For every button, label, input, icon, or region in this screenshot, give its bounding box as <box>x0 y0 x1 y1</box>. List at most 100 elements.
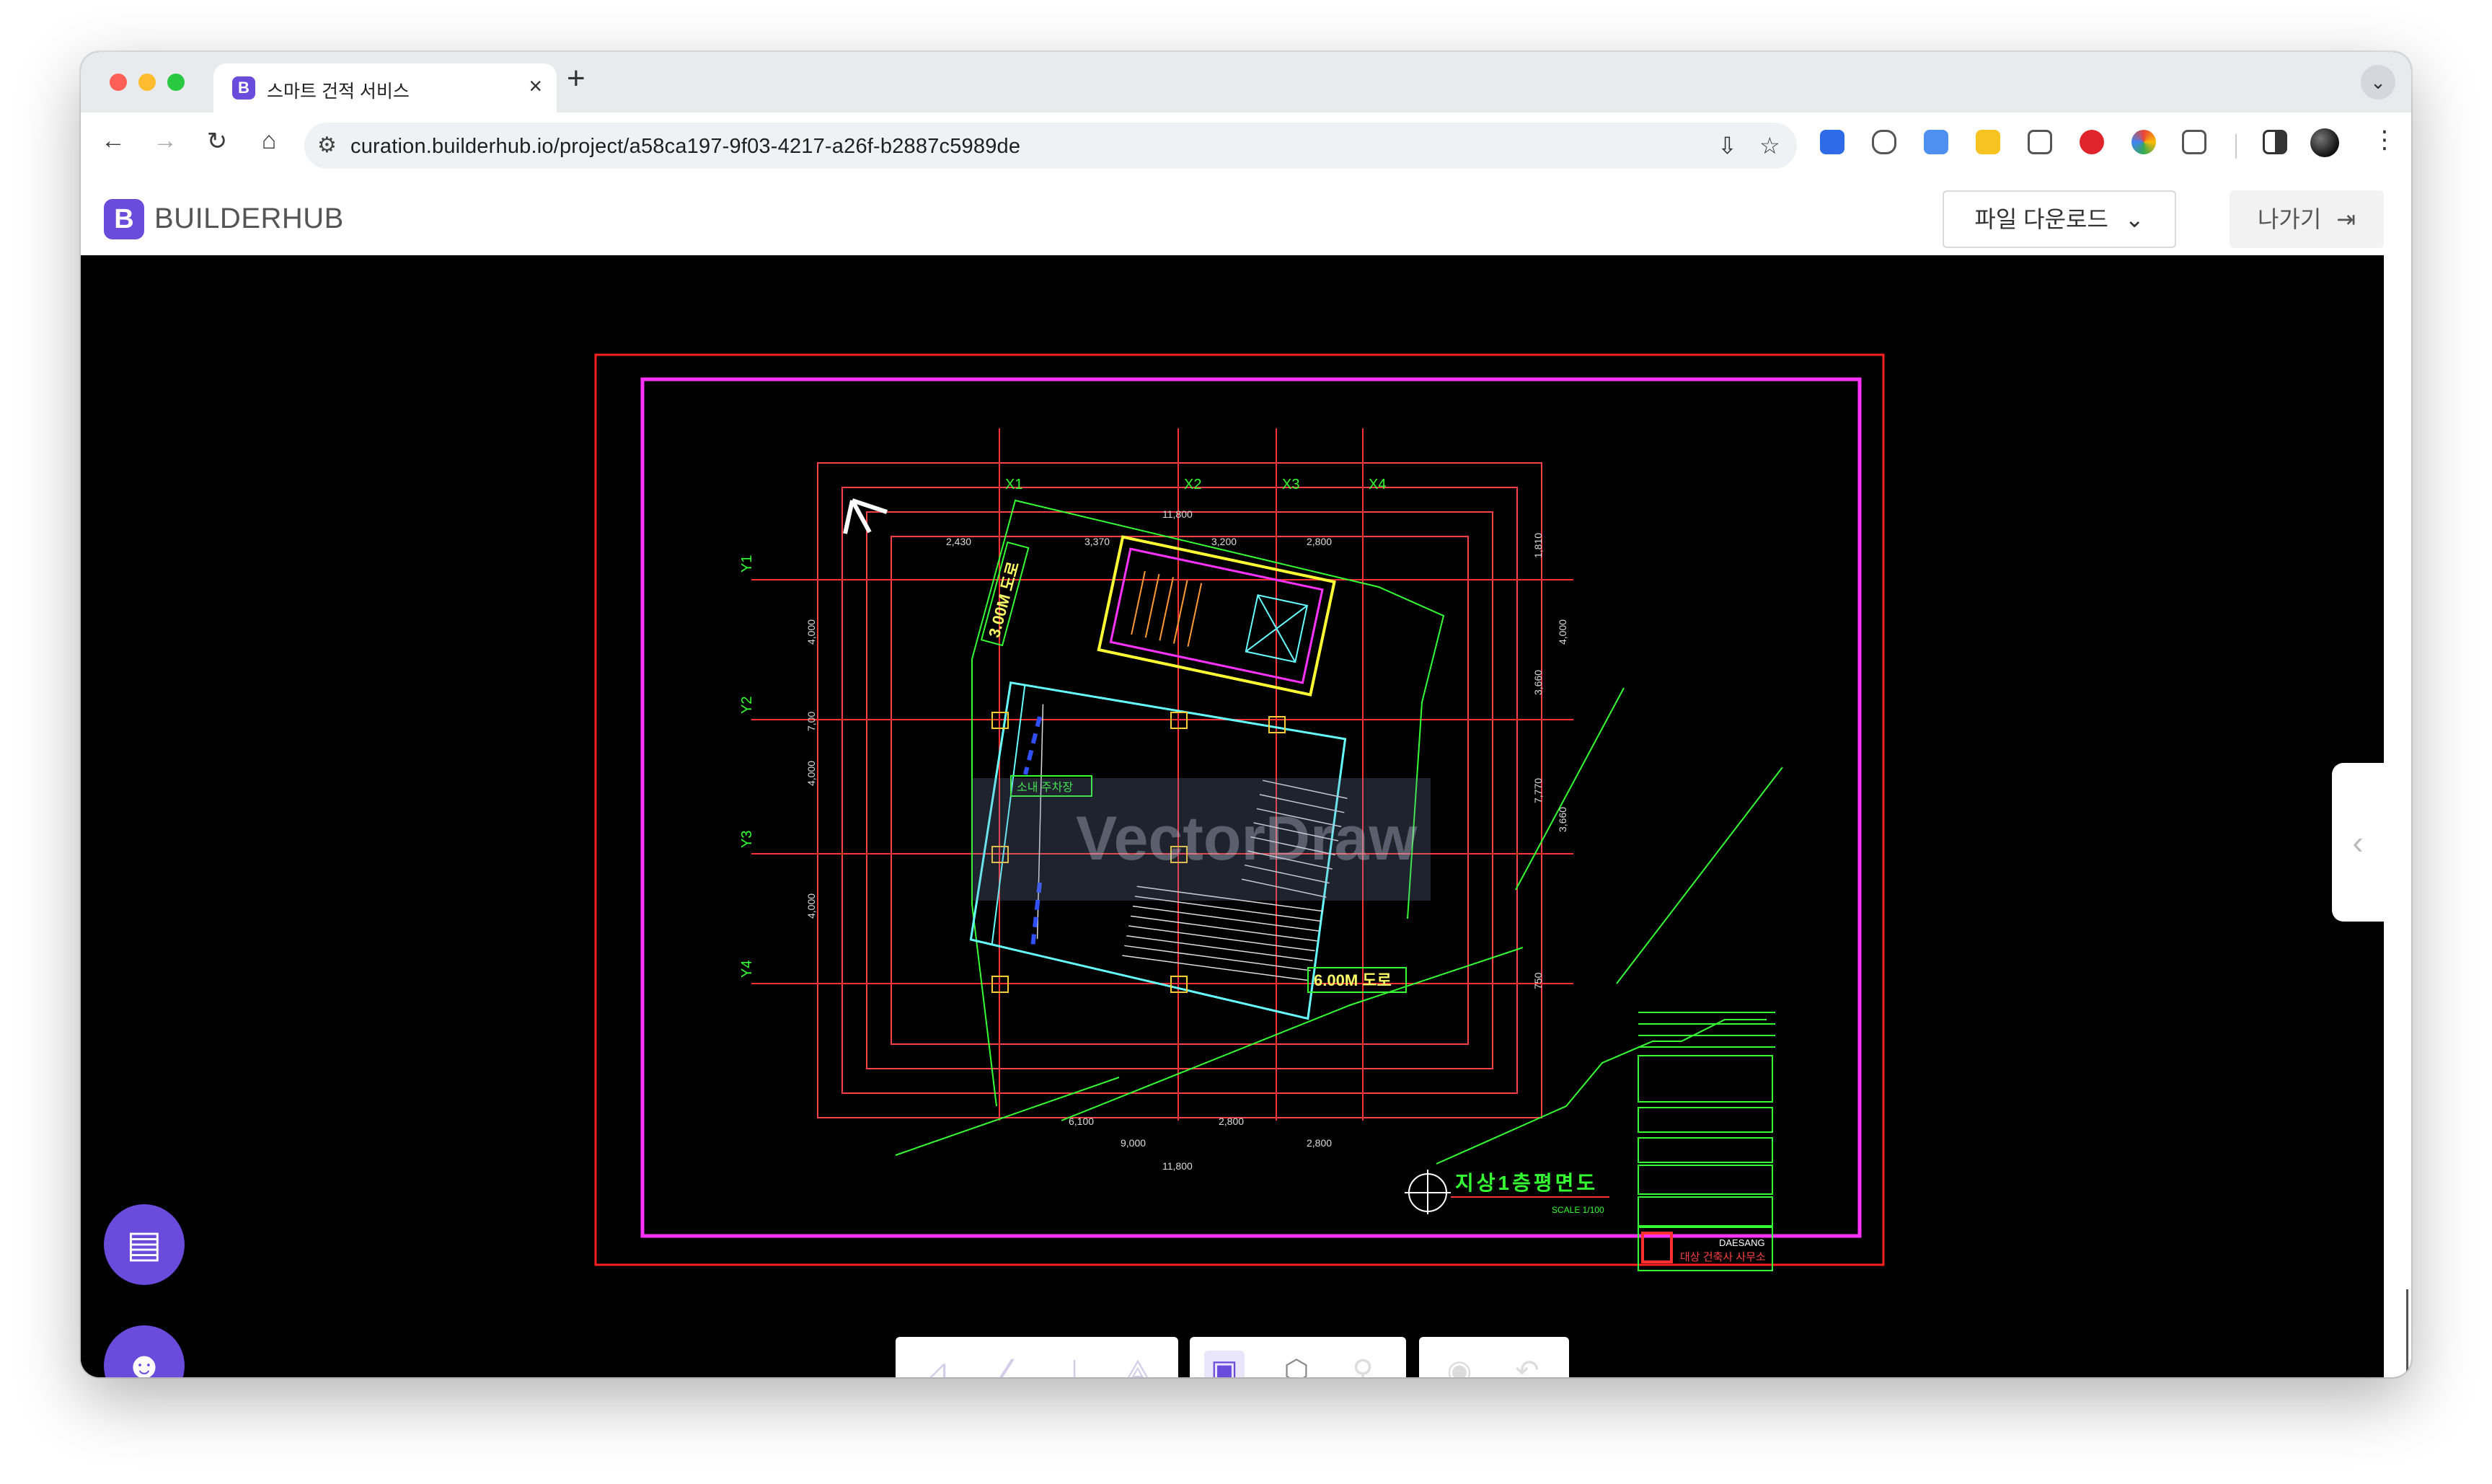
grid-label-y2: Y2 <box>739 697 755 714</box>
crown-extension-icon[interactable] <box>2028 130 2052 154</box>
dim-bottom2-2: 2,800 <box>1307 1137 1332 1149</box>
road-label-bottom: 6.00M 도로 <box>1314 971 1392 989</box>
builderhub-favicon-icon: B <box>232 76 255 100</box>
file-download-label: 파일 다운로드 <box>1974 206 2108 232</box>
dim-left-2: 7,00 <box>805 712 817 731</box>
dim-right-3: 3,660 <box>1532 670 1544 695</box>
dim-left-4: 4,000 <box>805 893 817 919</box>
undo-icon[interactable]: ↶ <box>1507 1351 1547 1377</box>
chat-icon[interactable]: ▤ <box>104 1204 185 1285</box>
dim-right-2: 4,000 <box>1557 619 1568 645</box>
grid-label-x4: X4 <box>1369 477 1386 493</box>
extension-blue-icon[interactable] <box>1820 130 1844 154</box>
dim-bottom-2: 2,800 <box>1219 1116 1244 1127</box>
install-app-icon[interactable]: ⇩ <box>1718 132 1737 159</box>
file-download-button[interactable]: 파일 다운로드 ⌄ <box>1943 190 2176 248</box>
browser-tab[interactable]: B 스마트 건적 서비스 × <box>213 63 557 112</box>
docs-extension-icon[interactable] <box>1924 130 1948 154</box>
dim-right-1: 1,810 <box>1532 533 1544 558</box>
plan-title: 지상1층평면도 <box>1455 1172 1598 1194</box>
view-toolbar: ▣ ⬡ ⚲ <box>1190 1337 1406 1377</box>
vectordraw-watermark: VectorDraw <box>1076 804 1418 873</box>
road-line-far-right <box>1616 767 1783 984</box>
page-scroll-gutter <box>2384 255 2411 1377</box>
browser-toolbar: ← → ↻ ⌂ ⚙ curation.builderhub.io/project… <box>81 112 2411 180</box>
cloud-extension-icon[interactable] <box>1872 130 1896 154</box>
bookmark-star-icon[interactable]: ☆ <box>1759 132 1780 159</box>
browser-menu-icon[interactable]: ⋮ <box>2372 125 2397 154</box>
measure-distance-icon[interactable]: ⊿ <box>917 1351 958 1377</box>
measure-area-icon[interactable]: ⟁ <box>1118 1351 1158 1377</box>
dim-right-6: 750 <box>1532 972 1544 989</box>
builderhub-logo-icon[interactable]: B <box>104 199 144 239</box>
grid-label-y3: Y3 <box>739 831 755 848</box>
measure-point-icon[interactable]: ⊥ <box>1054 1351 1095 1377</box>
close-window-button[interactable] <box>110 74 127 91</box>
measure-toolbar: ⊿ ∠ ⊥ ⟁ <box>896 1337 1178 1377</box>
chevron-down-icon: ⌄ <box>2124 206 2144 232</box>
dim-top-3: 3,200 <box>1211 536 1237 547</box>
scrollbar-thumb[interactable] <box>2406 1289 2408 1376</box>
back-arrow-icon[interactable]: ← <box>95 127 131 155</box>
puzzle-extensions-icon[interactable] <box>2182 130 2206 154</box>
dim-top-2: 3,370 <box>1084 536 1110 547</box>
3d-box-icon[interactable]: ⬡ <box>1276 1351 1317 1377</box>
tab-title: 스마트 건적 서비스 <box>267 81 410 102</box>
core-yellow-outline <box>1097 535 1336 697</box>
dim-top-4: 2,800 <box>1307 536 1332 547</box>
minimize-window-button[interactable] <box>138 74 156 91</box>
company-name-ko: 대상 건축사 사무소 <box>1680 1251 1766 1263</box>
notes-extension-icon[interactable] <box>1976 130 2000 154</box>
road-line-lower <box>1061 947 1524 1121</box>
builderhub-logo-text[interactable]: BUILDERHUB <box>154 203 344 235</box>
url-text[interactable]: curation.builderhub.io/project/a58ca197-… <box>350 135 1020 159</box>
maximize-window-button[interactable] <box>167 74 185 91</box>
road-line-bottom-right <box>1436 1019 1767 1165</box>
profile-avatar[interactable] <box>2310 128 2339 157</box>
dim-left-3: 4,000 <box>805 761 817 786</box>
color-extension-icon[interactable] <box>2131 130 2156 154</box>
reload-icon[interactable]: ↻ <box>199 127 235 156</box>
app-header: B BUILDERHUB 파일 다운로드 ⌄ 나가기 ⇥ <box>81 179 2411 257</box>
address-bar[interactable]: ⚙ curation.builderhub.io/project/a58ca19… <box>304 123 1797 169</box>
new-tab-icon[interactable]: + <box>567 61 586 97</box>
core-magenta-outline <box>1109 547 1324 684</box>
home-icon[interactable]: ⌂ <box>251 127 287 155</box>
measure-angle-icon[interactable]: ∠ <box>988 1351 1028 1377</box>
grid-label-x3: X3 <box>1282 477 1299 493</box>
opera-extension-icon[interactable] <box>2080 130 2104 154</box>
plan-scale: SCALE 1/100 <box>1552 1205 1604 1215</box>
exit-label: 나가기 <box>2257 206 2322 232</box>
browser-tab-strip: B 스마트 건적 서비스 × + ⌄ <box>81 52 2411 112</box>
visibility-toolbar: ◉ ↶ <box>1419 1337 1569 1377</box>
eye-icon[interactable]: ◉ <box>1439 1351 1480 1377</box>
person-icon[interactable]: ⚲ <box>1343 1351 1383 1377</box>
dim-left-1: 4,000 <box>805 619 817 645</box>
dim-right-4: 7,770 <box>1532 778 1544 803</box>
dim-bottom2-1: 9,000 <box>1121 1137 1146 1149</box>
floor-plan-drawing[interactable]: X1 X2 X3 X4 Y1 Y2 Y3 Y4 2,430 3,370 3,20… <box>81 255 2384 1377</box>
forward-arrow-icon[interactable]: → <box>147 127 183 155</box>
cad-viewer-canvas[interactable]: X1 X2 X3 X4 Y1 Y2 Y3 Y4 2,430 3,370 3,20… <box>81 255 2384 1377</box>
toolbar-divider <box>2235 134 2237 159</box>
layout-view-icon[interactable]: ▣ <box>1204 1351 1245 1377</box>
side-panel-icon[interactable] <box>2263 130 2287 154</box>
company-name-en: DAESANG <box>1719 1237 1765 1248</box>
dim-bottom-1: 6,100 <box>1069 1116 1094 1127</box>
site-info-icon[interactable]: ⚙ <box>317 133 337 158</box>
browser-window: B 스마트 건적 서비스 × + ⌄ ← → ↻ ⌂ ⚙ curation.bu… <box>81 52 2411 1377</box>
logout-icon: ⇥ <box>2336 206 2356 232</box>
tab-close-icon[interactable]: × <box>529 73 542 100</box>
grid-label-x1: X1 <box>1005 477 1022 493</box>
side-panel-toggle-chevron-icon[interactable]: ‹ <box>2332 763 2384 922</box>
building-plan <box>969 535 1348 1020</box>
dim-top-total: 11,800 <box>1162 508 1193 520</box>
grid-label-y1: Y1 <box>739 555 755 573</box>
tab-search-chevron-icon[interactable]: ⌄ <box>2361 65 2395 100</box>
dim-bottom-total: 11,800 <box>1162 1160 1193 1172</box>
grid-label-y4: Y4 <box>739 960 755 978</box>
exit-button[interactable]: 나가기 ⇥ <box>2230 190 2384 248</box>
dim-top-1: 2,430 <box>946 536 971 547</box>
road-label-top: 3.00M 도로 <box>985 560 1022 640</box>
grid-label-x2: X2 <box>1184 477 1201 493</box>
